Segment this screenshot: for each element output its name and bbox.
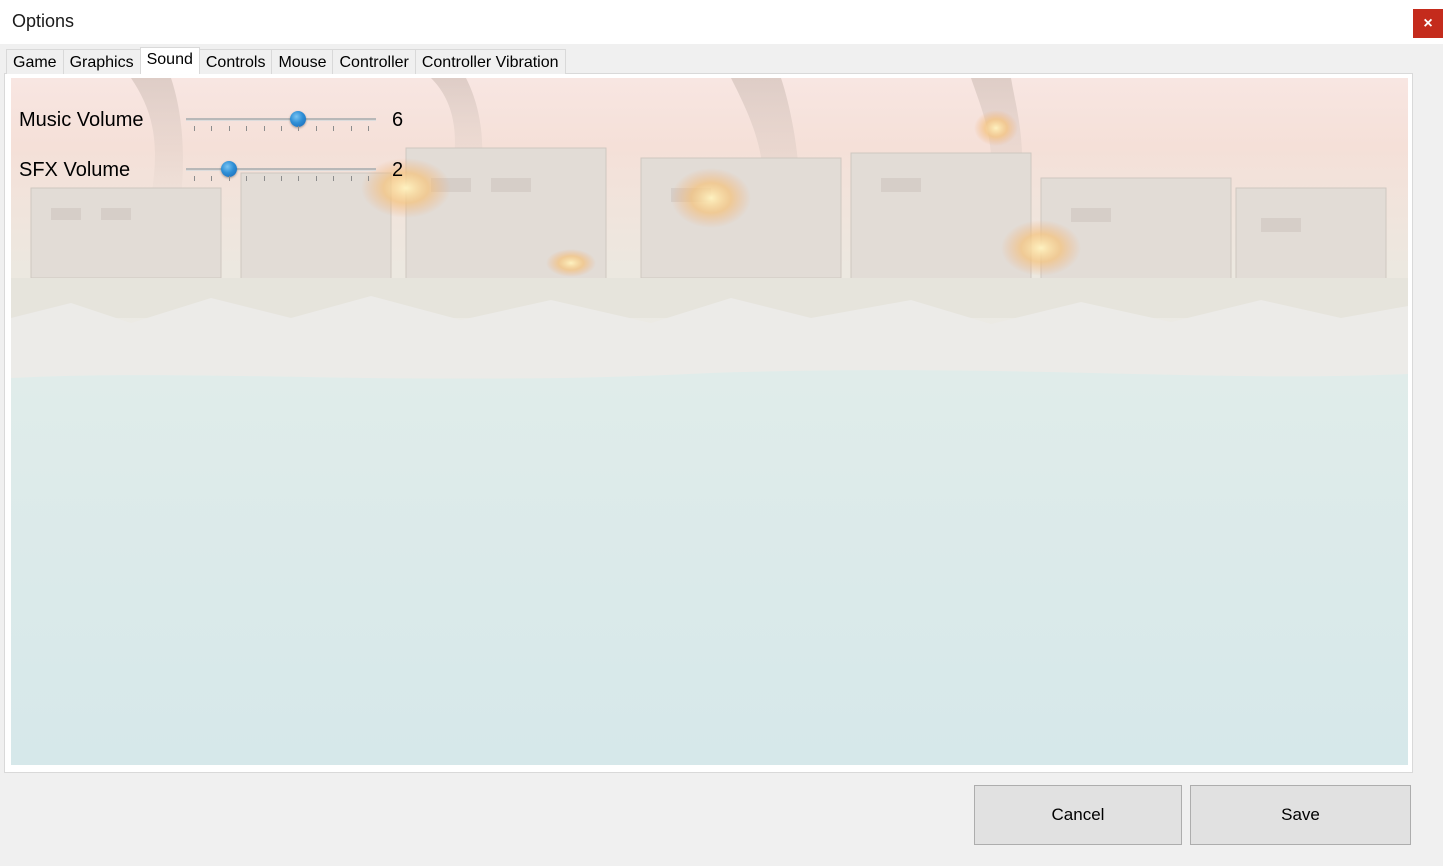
sfx-volume-value: 2 <box>392 159 404 181</box>
tab-strip: Game Graphics Sound Controls Mouse Contr… <box>6 47 566 74</box>
slider-tick <box>194 126 195 131</box>
tab-controls[interactable]: Controls <box>198 49 273 74</box>
tab-mouse[interactable]: Mouse <box>271 49 334 74</box>
slider-tick <box>246 126 248 131</box>
music-volume-slider-thumb[interactable] <box>290 111 307 127</box>
slider-tick <box>263 126 265 131</box>
cancel-button[interactable]: Cancel <box>974 785 1182 845</box>
music-volume-value: 6 <box>392 109 404 131</box>
music-volume-slider-track <box>186 118 376 121</box>
slider-tick <box>194 176 195 181</box>
tab-controller[interactable]: Controller <box>332 49 416 74</box>
tab-sound[interactable]: Sound <box>139 47 200 74</box>
slider-tick <box>315 176 317 181</box>
sfx-volume-slider-thumb[interactable] <box>220 161 237 177</box>
slider-tick <box>211 176 213 181</box>
slider-tick <box>368 126 369 131</box>
music-volume-label: Music Volume <box>19 109 144 131</box>
slider-tick <box>281 126 282 131</box>
slider-tick <box>263 176 265 181</box>
slider-tick <box>281 176 282 181</box>
slider-tick <box>333 176 335 181</box>
music-volume-slider[interactable] <box>186 107 376 133</box>
slider-tick <box>333 126 335 131</box>
save-button[interactable]: Save <box>1190 785 1411 845</box>
title-bar: Options × <box>0 0 1443 44</box>
options-window: Options × Game Graphics Sound Controls M… <box>0 0 1443 866</box>
sfx-volume-label: SFX Volume <box>19 159 131 181</box>
slider-tick <box>350 126 352 131</box>
sfx-volume-slider-track <box>186 168 376 171</box>
slider-tick <box>211 126 213 131</box>
tab-game[interactable]: Game <box>6 49 64 74</box>
slider-tick <box>350 176 352 181</box>
sfx-volume-slider[interactable] <box>186 157 376 183</box>
close-button[interactable]: × <box>1413 9 1443 38</box>
tab-graphics[interactable]: Graphics <box>62 49 141 74</box>
slider-tick <box>228 176 230 181</box>
slider-tick <box>368 176 369 181</box>
slider-tick <box>298 176 300 181</box>
slider-tick <box>246 176 248 181</box>
slider-tick <box>298 126 300 131</box>
tab-controller-vibration[interactable]: Controller Vibration <box>414 49 566 74</box>
window-title: Options <box>12 11 75 31</box>
slider-tick <box>315 126 317 131</box>
slider-tick <box>228 126 230 131</box>
